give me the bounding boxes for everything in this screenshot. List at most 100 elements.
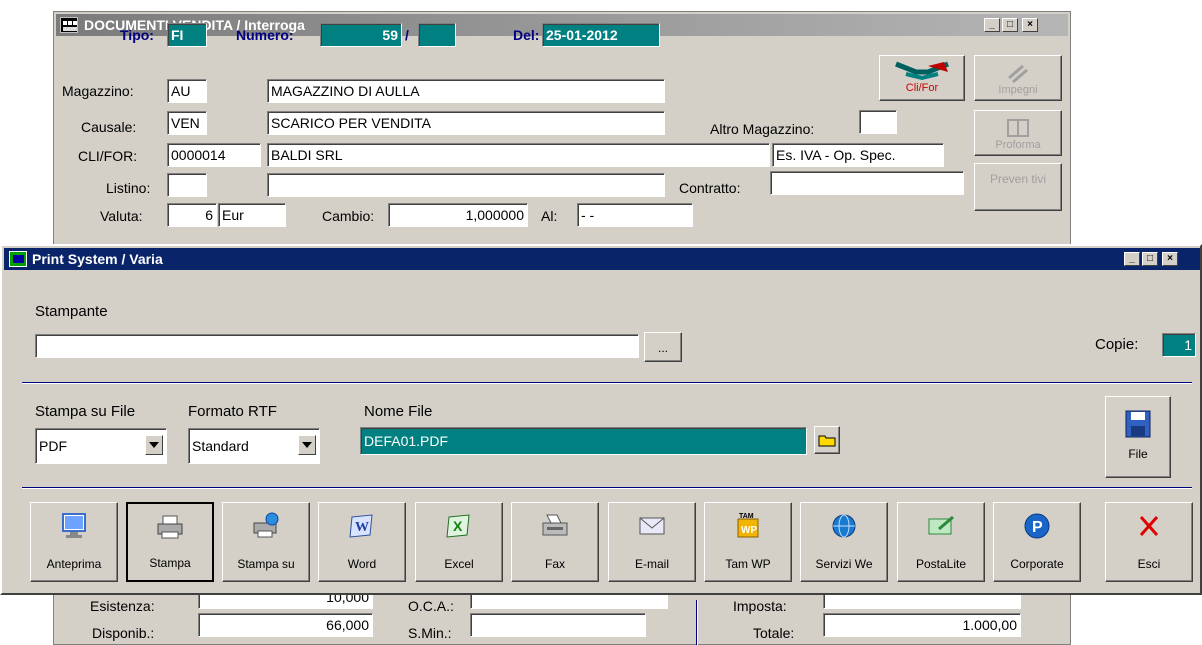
print-window-titlebar[interactable]: Print System / Varia bbox=[4, 248, 1200, 270]
oca-label: O.C.A.: bbox=[408, 598, 454, 614]
stampante-field[interactable] bbox=[35, 334, 639, 358]
anteprima-button[interactable]: Anteprima bbox=[30, 502, 118, 582]
print-minimize-icon[interactable]: _ bbox=[1124, 252, 1140, 266]
svg-text:WP: WP bbox=[741, 525, 757, 536]
del-field[interactable]: 25-01-2012 bbox=[542, 23, 660, 47]
impegni-button-label: Impegni bbox=[998, 84, 1038, 96]
folder-icon bbox=[818, 435, 836, 447]
valuta-label: Valuta: bbox=[100, 208, 143, 224]
formato-rtf-select[interactable]: Standard bbox=[188, 428, 320, 464]
tam-wp-button[interactable]: TAM WP Tam WP bbox=[704, 502, 792, 582]
stampante-browse-button[interactable]: ... bbox=[644, 332, 682, 362]
tipo-field[interactable]: FI bbox=[167, 23, 207, 47]
print-system-window: Print System / Varia _ □ × Stampante ...… bbox=[0, 244, 1202, 595]
magazzino-code-field[interactable]: AU bbox=[167, 79, 207, 103]
copie-field[interactable]: 1 bbox=[1162, 333, 1196, 357]
folder-browse-button[interactable] bbox=[814, 426, 840, 454]
postalite-icon bbox=[928, 515, 954, 535]
preventivi-button[interactable]: Preven tivi bbox=[974, 163, 1062, 211]
totale-label: Totale: bbox=[753, 625, 795, 641]
clifor-button[interactable]: Cli/For bbox=[879, 55, 965, 101]
contratto-field[interactable] bbox=[770, 171, 964, 195]
clifor-button-label: Cli/For bbox=[905, 82, 939, 94]
altro-magazzino-field[interactable] bbox=[859, 110, 897, 134]
stampa-su-button[interactable]: Stampa su bbox=[222, 502, 310, 582]
cambio-field[interactable]: 1,000000 bbox=[388, 203, 528, 227]
disponib-field[interactable]: 66,000 bbox=[198, 613, 373, 637]
browse-button-label: ... bbox=[657, 341, 668, 355]
svg-text:X: X bbox=[453, 518, 463, 534]
causale-code-field[interactable]: VEN bbox=[167, 111, 207, 135]
postalite-label: PostaLite bbox=[915, 557, 967, 571]
globe-icon bbox=[832, 514, 856, 538]
fax-button[interactable]: Fax bbox=[511, 502, 599, 582]
handshake-icon bbox=[895, 61, 949, 81]
excel-icon: X bbox=[446, 514, 470, 538]
numero-field[interactable]: 59 bbox=[320, 23, 402, 47]
svg-text:P: P bbox=[1032, 519, 1043, 536]
word-button[interactable]: W Word bbox=[318, 502, 406, 582]
corporate-button[interactable]: P Corporate bbox=[993, 502, 1081, 582]
fax-icon bbox=[542, 514, 568, 536]
minimize-icon[interactable]: _ bbox=[984, 18, 1000, 32]
postalite-button[interactable]: PostaLite bbox=[897, 502, 985, 582]
formato-rtf-value: Standard bbox=[192, 438, 249, 454]
esci-button[interactable]: Esci bbox=[1105, 502, 1193, 582]
corporate-icon: P bbox=[1024, 513, 1050, 539]
print-close-icon[interactable]: × bbox=[1162, 252, 1178, 266]
tipo-label: Tipo: bbox=[120, 27, 154, 43]
chevron-down-icon[interactable] bbox=[298, 435, 316, 455]
separator-bottom bbox=[22, 487, 1192, 489]
listino-code-field[interactable] bbox=[167, 173, 207, 197]
proforma-button[interactable]: Proforma bbox=[974, 110, 1062, 156]
chevron-down-icon[interactable] bbox=[145, 435, 163, 455]
email-label: E-mail bbox=[634, 557, 669, 571]
svg-text:W: W bbox=[355, 520, 369, 535]
numero-separator: / bbox=[405, 27, 409, 43]
listino-label: Listino: bbox=[106, 180, 151, 196]
nome-file-field[interactable]: DEFA01.PDF bbox=[360, 427, 807, 455]
iva-field[interactable]: Es. IVA - Op. Spec. bbox=[772, 143, 944, 167]
disponib-label: Disponib.: bbox=[92, 625, 155, 641]
esci-label: Esci bbox=[1137, 557, 1161, 571]
smin-field[interactable] bbox=[470, 613, 646, 637]
maximize-icon[interactable]: □ bbox=[1002, 18, 1018, 32]
file-button[interactable]: File bbox=[1105, 396, 1171, 478]
printer-icon bbox=[157, 515, 183, 539]
app-icon bbox=[60, 17, 78, 33]
stampa-su-file-value: PDF bbox=[39, 438, 67, 454]
monitor-icon bbox=[62, 513, 86, 538]
anteprima-label: Anteprima bbox=[46, 557, 102, 571]
print-maximize-icon[interactable]: □ bbox=[1142, 252, 1158, 266]
excel-button[interactable]: X Excel bbox=[415, 502, 503, 582]
imposta-label: Imposta: bbox=[733, 598, 787, 614]
svg-text:TAM: TAM bbox=[739, 513, 754, 520]
stampa-label: Stampa bbox=[149, 556, 191, 570]
listino-desc-field[interactable] bbox=[267, 173, 665, 197]
valuta-desc-field[interactable]: Eur bbox=[218, 203, 286, 227]
impegni-button[interactable]: Impegni bbox=[974, 55, 1062, 101]
esistenza-label: Esistenza: bbox=[90, 598, 155, 614]
servizi-web-button[interactable]: Servizi We bbox=[800, 502, 888, 582]
valuta-code-field[interactable]: 6 bbox=[167, 203, 217, 227]
magazzino-label: Magazzino: bbox=[62, 83, 134, 99]
floppy-disk-icon bbox=[1125, 410, 1151, 438]
clifor-desc-field[interactable]: BALDI SRL bbox=[267, 143, 770, 167]
magazzino-desc-field[interactable]: MAGAZZINO DI AULLA bbox=[267, 79, 665, 103]
proforma-button-label: Proforma bbox=[995, 139, 1041, 151]
stampa-su-file-label: Stampa su File bbox=[35, 403, 136, 420]
stampa-su-file-select[interactable]: PDF bbox=[35, 428, 167, 464]
stampa-button[interactable]: Stampa bbox=[126, 502, 214, 582]
email-button[interactable]: E-mail bbox=[608, 502, 696, 582]
tam-wp-label: Tam WP bbox=[725, 557, 771, 571]
totale-field[interactable]: 1.000,00 bbox=[823, 613, 1021, 637]
close-icon[interactable]: × bbox=[1022, 18, 1038, 32]
causale-desc-field[interactable]: SCARICO PER VENDITA bbox=[267, 111, 665, 135]
word-icon: W bbox=[349, 514, 373, 538]
word-label: Word bbox=[347, 557, 377, 571]
close-x-icon bbox=[1139, 516, 1159, 536]
al-field[interactable]: - - bbox=[577, 203, 693, 227]
clifor-code-field[interactable]: 0000014 bbox=[167, 143, 261, 167]
numero-suffix-field[interactable] bbox=[418, 23, 456, 47]
corporate-label: Corporate bbox=[1010, 557, 1064, 571]
